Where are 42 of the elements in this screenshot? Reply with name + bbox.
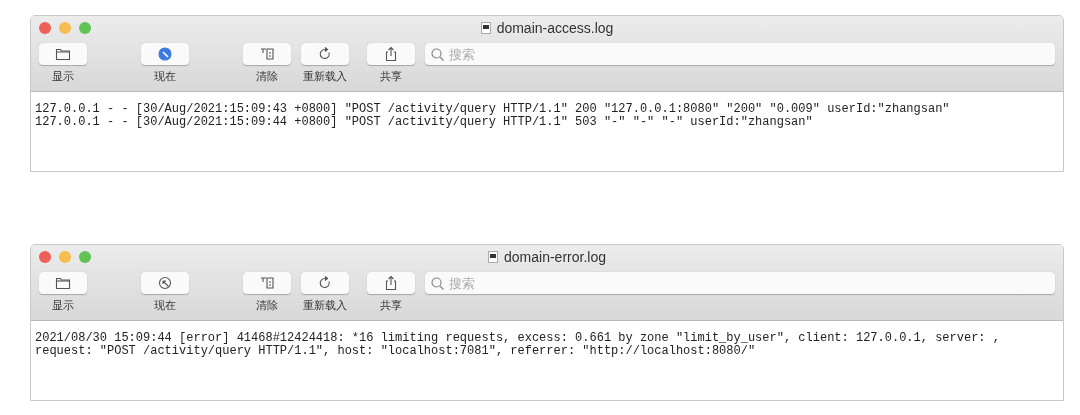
- toolbar-label: 重新载入: [303, 298, 347, 313]
- target-icon: [157, 275, 173, 291]
- toolbar-label: 显示: [52, 298, 74, 313]
- log-line: 127.0.0.1 - - [30/Aug/2021:15:09:43 +0800] "POST /activity/query HTTP/1.1" 200 "127.0.0.1:8080" "200" "0.009" userId:"zhangsan": [35, 103, 951, 116]
- folder-icon: [55, 275, 71, 291]
- toolbar-label: 共享: [380, 298, 402, 313]
- clear-icon: [259, 46, 275, 62]
- search-field[interactable]: 搜索: [425, 43, 1055, 65]
- toolbar-button[interactable]: [39, 272, 87, 294]
- close-button[interactable]: [39, 251, 51, 263]
- window-title: domain-error.log: [504, 249, 606, 265]
- reload-icon: [317, 275, 333, 291]
- target-icon: [157, 46, 173, 62]
- toolbar-label: 重新载入: [303, 69, 347, 84]
- toolbar-button[interactable]: [367, 43, 415, 65]
- log-line: request: "POST /activity/query HTTP/1.1", host: "localhost:7081", referrer: "http://localhost:8080/": [35, 345, 757, 358]
- search-icon: [431, 48, 444, 61]
- toolbar-label: 共享: [380, 69, 402, 84]
- log-line: 2021/08/30 15:09:44 [error] 41468#12424418: *16 limiting requests, excess: 0.661 by zone "limit_by_user", client: 127.0.0.1, server: ,: [35, 332, 1001, 345]
- clear-icon: [259, 275, 275, 291]
- toolbar-label: 清除: [256, 69, 278, 84]
- search-field[interactable]: 搜索: [425, 272, 1055, 294]
- search-icon: [431, 277, 444, 290]
- reload-icon: [317, 46, 333, 62]
- toolbar-button[interactable]: [39, 43, 87, 65]
- share-icon: [383, 46, 399, 62]
- toolbar-label: 现在: [154, 298, 176, 313]
- window-title: domain-access.log: [496, 20, 614, 36]
- toolbar-button[interactable]: [141, 43, 189, 65]
- folder-icon: [55, 46, 71, 62]
- toolbar-button[interactable]: [367, 272, 415, 294]
- toolbar-button[interactable]: [301, 272, 349, 294]
- close-button[interactable]: [39, 22, 51, 34]
- share-icon: [383, 275, 399, 291]
- toolbar-button[interactable]: [301, 43, 349, 65]
- toolbar-label: 显示: [52, 69, 74, 84]
- file-icon: [480, 22, 491, 34]
- toolbar-label: 清除: [256, 298, 278, 313]
- toolbar-button[interactable]: [141, 272, 189, 294]
- file-icon: [488, 251, 499, 263]
- log-line: 127.0.0.1 - - [30/Aug/2021:15:09:44 +0800] "POST /activity/query HTTP/1.1" 503 "-" "-" "-" userId:"zhangsan": [35, 116, 814, 129]
- toolbar-label: 现在: [154, 69, 176, 84]
